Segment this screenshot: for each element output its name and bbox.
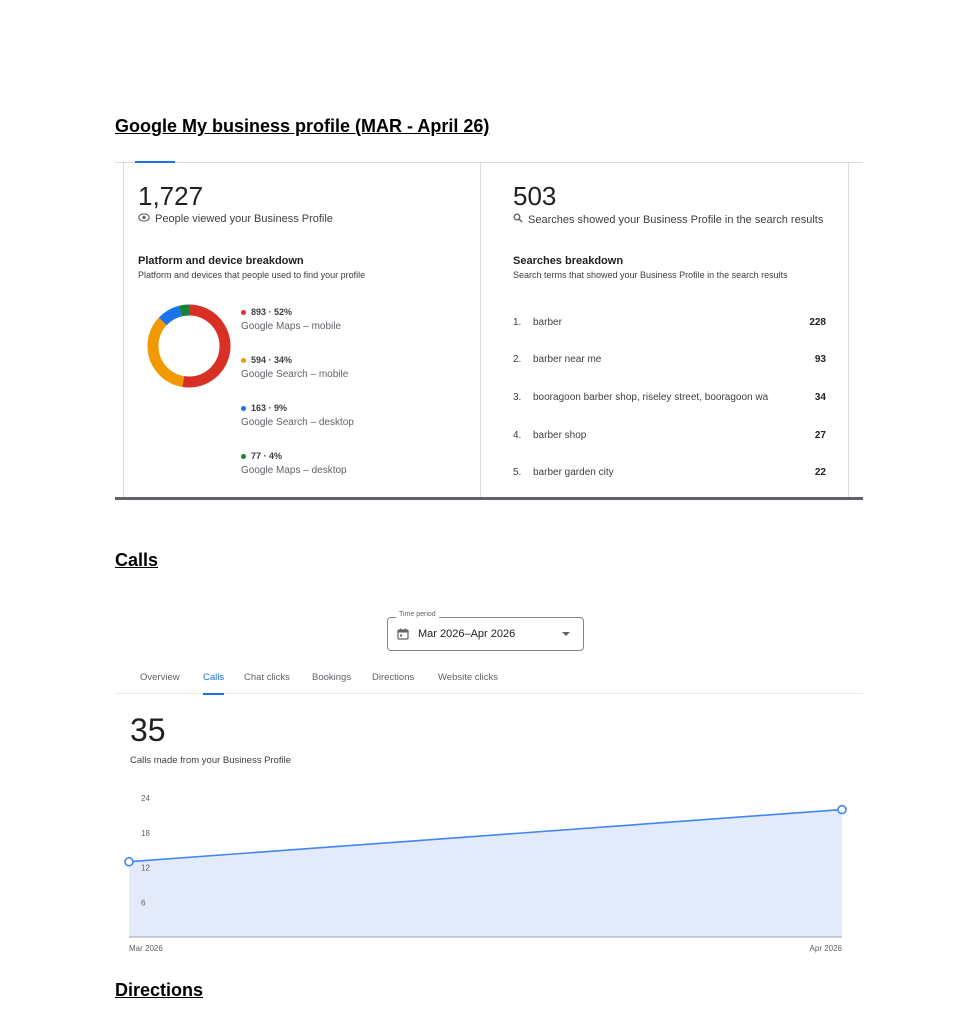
tab-overview[interactable]: Overview [140, 672, 180, 683]
calls-total: 35 [130, 712, 166, 748]
y-tick-label: 12 [141, 864, 150, 873]
legend-item-search-desktop: 163 · 9% Google Search – desktop [241, 403, 354, 428]
time-period-select[interactable]: Time period Mar 2026–Apr 2026 [387, 611, 584, 651]
views-label: People viewed your Business Profile [155, 213, 333, 225]
search-term: barber [533, 317, 562, 328]
eye-icon [138, 213, 150, 225]
tab-website-clicks[interactable]: Website clicks [438, 672, 498, 683]
legend-dot [241, 310, 246, 316]
searches-subtitle: Search terms that showed your Business P… [513, 270, 788, 280]
x-tick-label: Apr 2026 [810, 944, 843, 953]
search-count: 27 [814, 430, 826, 441]
search-term-row: 2. barber near me 93 [513, 354, 826, 365]
tab-directions[interactable]: Directions [372, 672, 414, 683]
tab-bookings[interactable]: Bookings [312, 672, 351, 683]
platform-donut-chart [147, 304, 231, 388]
searches-label-row: Searches showed your Business Profile in… [513, 213, 823, 226]
legend-item-maps-mobile: 893 · 52% Google Maps – mobile [241, 307, 342, 332]
metric-tabs: Overview Calls Chat clicks Bookings Dire… [115, 664, 863, 695]
business-profile-card: 1,727 People viewed your Business Profil… [115, 161, 863, 500]
data-point[interactable] [837, 804, 847, 815]
search-count: 34 [814, 392, 826, 403]
platform-subtitle: Platform and devices that people used to… [138, 270, 366, 280]
legend-item-search-mobile: 594 · 34% Google Search – mobile [241, 355, 349, 380]
legend-dot [241, 406, 246, 412]
directions-heading: Directions [115, 980, 204, 1000]
legend-item-maps-desktop: 77 · 4% Google Maps – desktop [241, 451, 347, 476]
search-term: booragoon barber shop, riseley street, b… [533, 392, 769, 403]
search-term-row: 4. barber shop 27 [513, 430, 826, 441]
x-tick-label: Mar 2026 [129, 944, 163, 953]
searches-count: 503 [513, 181, 557, 211]
searches-panel: 503 Searches showed your Business Profil… [480, 163, 849, 497]
search-icon [513, 213, 523, 226]
search-term-row: 5. barber garden city 22 [513, 467, 826, 478]
search-count: 93 [814, 354, 826, 365]
search-term: barber shop [533, 430, 587, 441]
y-tick-label: 6 [141, 898, 146, 907]
legend-dot [241, 358, 246, 364]
time-period-legend: Time period [396, 611, 439, 618]
search-count: 22 [814, 467, 826, 478]
searches-label: Searches showed your Business Profile in… [528, 214, 824, 226]
views-panel: 1,727 People viewed your Business Profil… [123, 163, 481, 497]
views-count: 1,727 [138, 181, 204, 211]
search-term-row: 3. booragoon barber shop, riseley street,… [513, 392, 826, 403]
time-period-value: Mar 2026–Apr 2026 [418, 628, 516, 640]
data-point[interactable] [124, 856, 134, 867]
calls-caption: Calls made from your Business Profile [130, 755, 292, 766]
chevron-down-icon [562, 632, 570, 636]
calls-heading: Calls [115, 550, 159, 570]
searches-title: Searches breakdown [513, 255, 624, 267]
search-count: 228 [809, 317, 826, 328]
calendar-icon [397, 627, 409, 640]
calls-line-chart: 24 18 12 6 Mar 2026 Apr 2026 [124, 794, 847, 953]
y-tick-label: 18 [141, 829, 150, 838]
area-fill [129, 809, 842, 937]
search-term-row: 1. barber 228 [513, 317, 826, 328]
tab-calls[interactable]: Calls [203, 672, 225, 695]
tab-chat-clicks[interactable]: Chat clicks [244, 672, 290, 683]
legend-dot [241, 454, 246, 460]
search-term: barber garden city [533, 467, 614, 478]
views-label-row: People viewed your Business Profile [138, 213, 333, 225]
y-tick-label: 24 [141, 794, 150, 803]
platform-title: Platform and device breakdown [138, 255, 304, 267]
search-term: barber near me [533, 354, 602, 365]
gmb-heading: Google My business profile (MAR - April … [115, 116, 490, 136]
